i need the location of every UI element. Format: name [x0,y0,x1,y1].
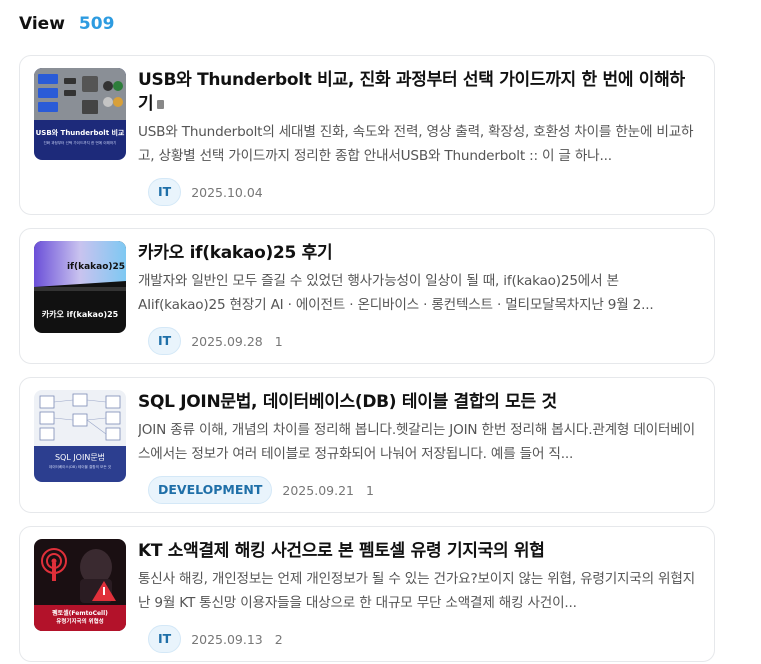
post-card[interactable]: USB와 Thunderbolt 비교 진화 과정부터 선택 가이드까지 한 번… [19,55,715,215]
thumb-subtitle: 유령기지국의 위협성 [56,617,103,625]
post-description: 통신사 해킹, 개인정보는 언제 개인정보가 될 수 있는 건가요?보이지 않는… [138,571,695,611]
thumb-subtitle: 데이터베이스(DB) 테이블 결합의 모든 것 [49,464,112,469]
thumb-title: 펨토셀(FemtoCell) [52,609,108,617]
post-description: 개발자와 일반인 모두 즐길 수 있었던 행사가능성이 일상이 될 때, if(… [138,273,654,313]
post-date: 2025.10.04 [191,184,263,200]
category-tag[interactable]: IT [148,327,182,355]
post-card[interactable]: SQL JOIN문법 데이터베이스(DB) 테이블 결합의 모든 것 SQL J… [19,377,715,513]
femtocell-thumbnail-image: 펨토셀(FemtoCell) 유령기지국의 위협성 [34,539,126,631]
post-title-text[interactable]: USB와 Thunderbolt 비교, 진화 과정부터 선택 가이드까지 한 … [138,70,685,114]
post-date: 2025.09.21 [282,482,354,498]
post-thumbnail[interactable]: SQL JOIN문법 데이터베이스(DB) 테이블 결합의 모든 것 [34,390,126,482]
category-tag[interactable]: IT [148,178,182,206]
thumb-title: SQL JOIN문법 [55,452,105,462]
post-title[interactable]: KT 소액결제 해킹 사건으로 본 펨토셀 유령 기지국의 위협 [138,539,700,563]
category-tag[interactable]: IT [148,625,182,653]
post-title[interactable]: USB와 Thunderbolt 비교, 진화 과정부터 선택 가이드까지 한 … [138,68,700,116]
post-views: 1 [274,333,283,349]
post-description: USB와 Thunderbolt의 세대별 진화, 속도와 전력, 영상 출력,… [138,124,694,164]
view-label: View [19,14,65,34]
thumb-subtitle: 진화 과정부터 선택 가이드까지 한 번에 이해하기 [44,140,117,145]
kakao-thumbnail-image: if(kakao)25 카카오 if(kakao)25 [34,241,126,333]
view-count: 509 [78,14,115,34]
thumb-sign: if(kakao)25 [67,262,125,272]
post-thumbnail[interactable]: 펨토셀(FemtoCell) 유령기지국의 위협성 [34,539,126,631]
post-title[interactable]: SQL JOIN문법, 데이터베이스(DB) 테이블 결합의 모든 것 [138,390,700,414]
post-card[interactable]: if(kakao)25 카카오 if(kakao)25 카카오 if(kakao… [19,228,715,364]
post-date: 2025.09.28 [191,333,263,349]
post-views: 2 [274,631,283,647]
post-date: 2025.09.13 [191,631,263,647]
post-meta: IT 2025.09.28 1 [148,327,700,355]
post-thumbnail[interactable]: if(kakao)25 카카오 if(kakao)25 [34,241,126,333]
post-title[interactable]: 카카오 if(kakao)25 후기 [138,241,700,265]
view-header: View 509 [19,14,114,36]
category-tag[interactable]: DEVELOPMENT [148,476,273,504]
sql-thumbnail-image: SQL JOIN문법 데이터베이스(DB) 테이블 결합의 모든 것 [34,390,126,482]
post-views: 1 [365,482,374,498]
post-card[interactable]: 펨토셀(FemtoCell) 유령기지국의 위협성 KT 소액결제 해킹 사건으… [19,526,715,662]
post-meta: DEVELOPMENT 2025.09.21 1 [148,476,700,504]
post-meta: IT 2025.10.04 [148,178,700,206]
post-description: JOIN 종류 이해, 개념의 차이를 정리해 봅니다.헷갈리는 JOIN 한번… [138,422,695,462]
post-thumbnail[interactable]: USB와 Thunderbolt 비교 진화 과정부터 선택 가이드까지 한 번… [34,68,126,160]
lock-icon [157,99,165,109]
usb-thumbnail-image: USB와 Thunderbolt 비교 진화 과정부터 선택 가이드까지 한 번… [34,68,126,160]
post-meta: IT 2025.09.13 2 [148,625,700,653]
thumb-title: 카카오 if(kakao)25 [42,309,119,319]
thumb-title: USB와 Thunderbolt 비교 [36,128,125,137]
